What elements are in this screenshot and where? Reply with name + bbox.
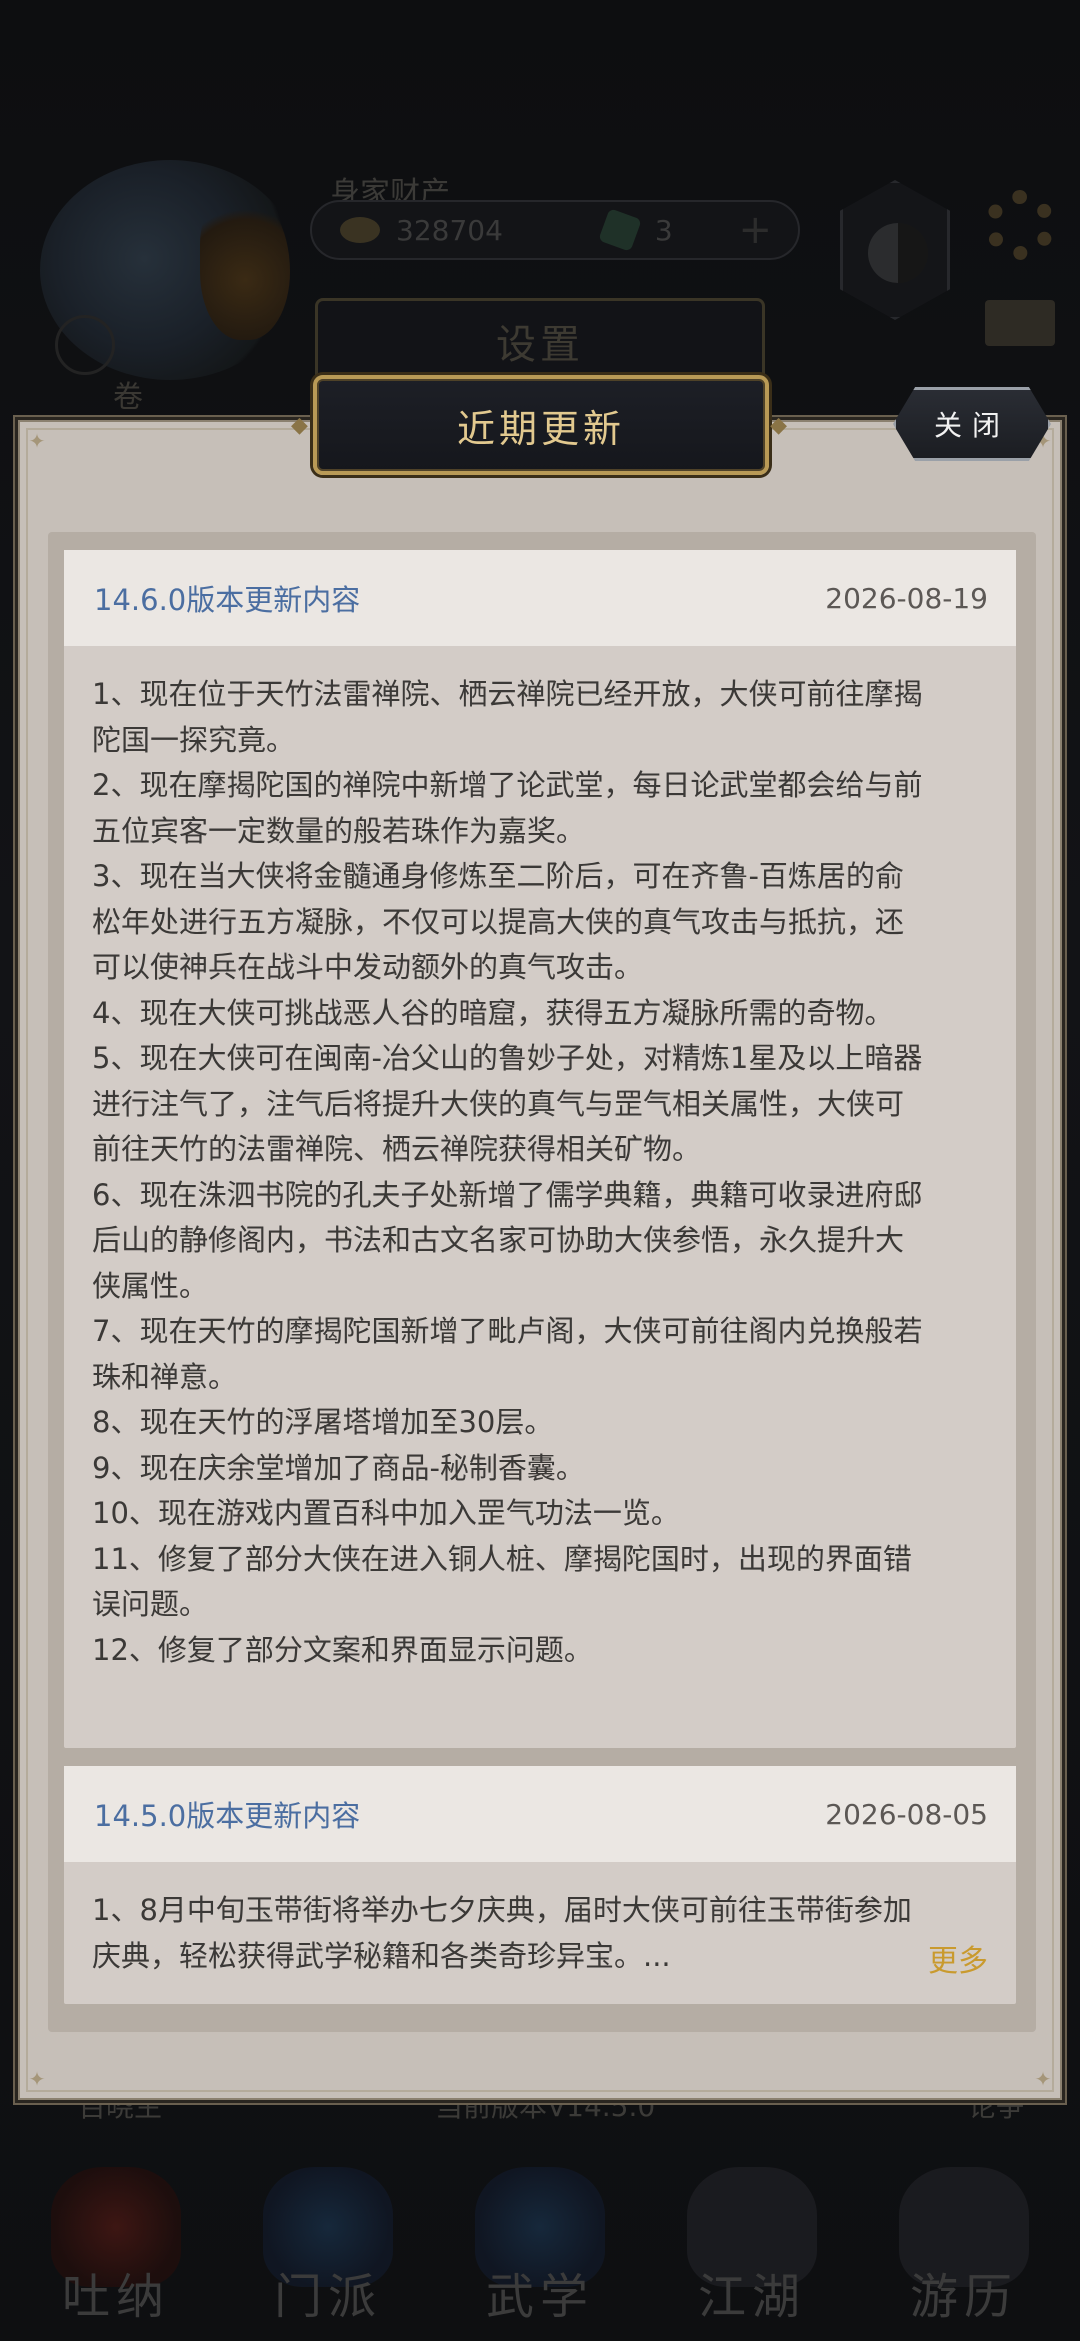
update-line: 12、修复了部分文案和界面显示问题。 [92,1632,593,1667]
settings-tab: 设置 [315,298,765,384]
update-line: 2、现在摩揭陀国的禅院中新增了论武堂，每日论武堂都会给与前 [92,768,923,802]
update-line: 珠和禅意。 [92,1359,238,1394]
update-line: 进行注气了，注气后将提升大侠的真气与罡气相关属性，大侠可 [92,1086,905,1121]
more-link[interactable]: 更多 [928,1936,988,1980]
update-card-header: 14.5.0版本更新内容 2026-08-05 [64,1766,1016,1862]
update-line: 11、修复了部分大侠在进入铜人桩、摩揭陀国时，出现的界面错 [92,1541,912,1576]
nav-item-wuxue: 武学 [445,2167,635,2327]
side-tab: 卷 [113,380,143,415]
mail-icon [985,300,1055,346]
update-body: 1、现在位于天竹法雷禅院、栖云禅院已经开放，大侠可前往摩揭 陀国一探究竟。 2、… [64,646,1016,1673]
update-line: 庆典，轻松获得武学秘籍和各类奇珍异宝。... [92,1938,671,1973]
update-line: 后山的静修阁内，书法和古文名家可协助大侠参悟，永久提升大 [92,1223,905,1257]
coin-icon [340,217,380,243]
add-currency-icon: + [738,207,772,253]
update-line: 6、现在洙泗书院的孔夫子处新增了儒学典籍，典籍可收录进府邸 [92,1177,923,1212]
nav-label: 武学 [485,2269,594,2325]
update-line: 1、现在位于天竹法雷禅院、栖云禅院已经开放，大侠可前往摩揭 [92,677,923,711]
update-line: 3、现在当大侠将金髓通身修炼至二阶后，可在齐鲁-百炼居的俞 [92,859,904,893]
nav-item-jianghu: 江湖 [657,2167,847,2327]
update-line: 5、现在大侠可在闽南-冶父山的鲁妙子处，对精炼1星及以上暗器 [92,1041,923,1075]
update-title: 14.5.0版本更新内容 [94,1799,361,1833]
update-line: 8、现在天竹的浮屠塔增加至30层。 [92,1405,554,1439]
nav-label: 江湖 [697,2269,806,2325]
nav-item-tuna: 吐纳 [21,2167,211,2327]
update-card: 14.5.0版本更新内容 2026-08-05 1、8月中旬玉带街将举办七夕庆典… [64,1766,1016,2004]
update-card: 14.6.0版本更新内容 2026-08-19 1、现在位于天竹法雷禅院、栖云禅… [64,550,1016,1748]
update-line: 陀国一探究竟。 [92,722,296,757]
dialog-title: 近期更新 [291,375,791,475]
nav-label: 游历 [909,2269,1018,2325]
update-line: 4、现在大侠可挑战恶人谷的暗窟，获得五方凝脉所需的奇物。 [92,995,894,1030]
corner-ornament-icon: ✦ [28,429,46,453]
coin-count: 328704 [396,213,503,247]
corner-ornament-icon: ✦ [28,2067,46,2091]
update-title: 14.6.0版本更新内容 [94,583,361,617]
update-date: 2026-08-05 [825,1797,988,1831]
update-line: 7、现在天竹的摩揭陀国新增了毗卢阁，大侠可前往阁内兑换般若 [92,1314,923,1348]
update-date: 2026-08-19 [825,581,988,615]
yinyang-icon [840,180,950,320]
update-card-header: 14.6.0版本更新内容 2026-08-19 [64,550,1016,646]
update-line: 前往天竹的法雷禅院、栖云禅院获得相关矿物。 [92,1132,702,1166]
jade-count: 3 [654,213,673,247]
bottom-nav: 吐纳 门派 武学 江湖 游历 [0,2150,1080,2341]
close-button[interactable]: 关闭 [893,387,1051,461]
nav-label: 吐纳 [61,2269,170,2325]
update-line: 可以使神兵在战斗中发动额外的真气攻击。 [92,950,644,984]
jade-icon [598,208,642,252]
corner-ornament-icon: ✦ [1034,2067,1052,2091]
update-line: 松年处进行五方凝脉，不仅可以提高大侠的真气攻击与抵抗，还 [92,904,905,939]
update-line: 1、8月中旬玉带街将举办七夕庆典，届时大侠可前往玉带街参加 [92,1893,912,1927]
resource-bar: 328704 3 + [310,200,800,260]
nav-label: 门派 [273,2269,382,2325]
update-line: 五位宾客一定数量的般若珠作为嘉奖。 [92,813,586,848]
update-body: 1、8月中旬玉带街将举办七夕庆典，届时大侠可前往玉带街参加 庆典，轻松获得武学秘… [64,1862,1016,1979]
gear-icon [985,190,1055,260]
update-line: 误问题。 [92,1587,209,1621]
nav-item-menpai: 门派 [233,2167,423,2327]
update-line: 侠属性。 [92,1268,209,1303]
nav-item-youli: 游历 [869,2167,1059,2327]
update-line: 9、现在庆余堂增加了商品-秘制香囊。 [92,1450,585,1485]
update-line: 10、现在游戏内置百科中加入罡气功法一览。 [92,1496,680,1530]
